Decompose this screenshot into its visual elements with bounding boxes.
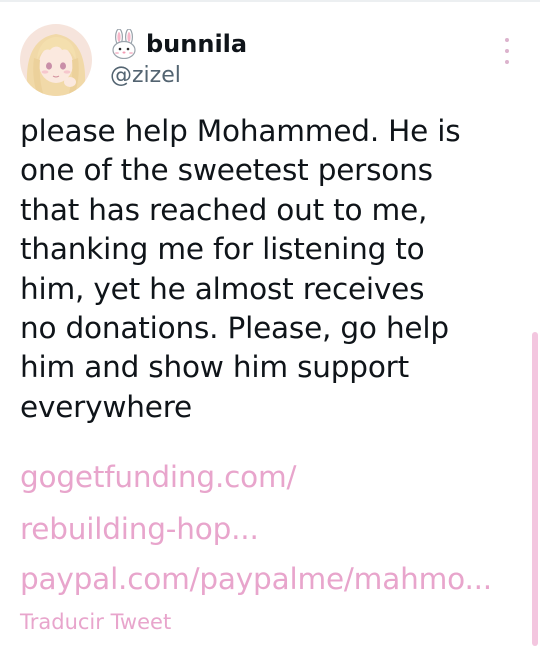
display-name[interactable]: bunnila [146, 28, 247, 60]
rabbit-face-icon [110, 29, 138, 59]
more-dot [505, 49, 509, 53]
gogetfunding-link[interactable]: gogetfunding.com/ [20, 457, 296, 497]
author-name-row[interactable]: bunnila [110, 28, 247, 60]
top-divider [0, 0, 540, 2]
paypal-link[interactable]: paypal.com/paypalme/mahmo... [20, 559, 492, 599]
gogetfunding-link-continued[interactable]: rebuilding-hop... [20, 509, 259, 549]
user-handle[interactable]: @zizel [110, 62, 181, 90]
tweet-text-line: thanking me for listening to [20, 232, 425, 267]
more-dot [505, 38, 509, 42]
tweet-text-line: him, yet he almost receives [20, 271, 425, 306]
translate-tweet-button[interactable]: Traducir Tweet [20, 608, 171, 636]
more-dot [505, 60, 509, 64]
avatar[interactable] [20, 24, 92, 96]
tweet-text: please help Mohammed. He is one of the s… [20, 112, 520, 427]
scrollbar[interactable] [532, 332, 538, 646]
tweet-text-line: one of the sweetest persons [20, 153, 433, 188]
more-vertical-icon[interactable] [497, 38, 517, 64]
tweet-text-line: him and show him support [20, 350, 409, 385]
tweet-text-line: no donations. Please, go help [20, 311, 449, 346]
tweet-text-line: please help Mohammed. He is [20, 114, 461, 148]
anime-avatar-image [20, 24, 92, 96]
tweet-text-line: that has reached out to me, [20, 192, 428, 227]
tweet-text-line: everywhere [20, 389, 192, 424]
